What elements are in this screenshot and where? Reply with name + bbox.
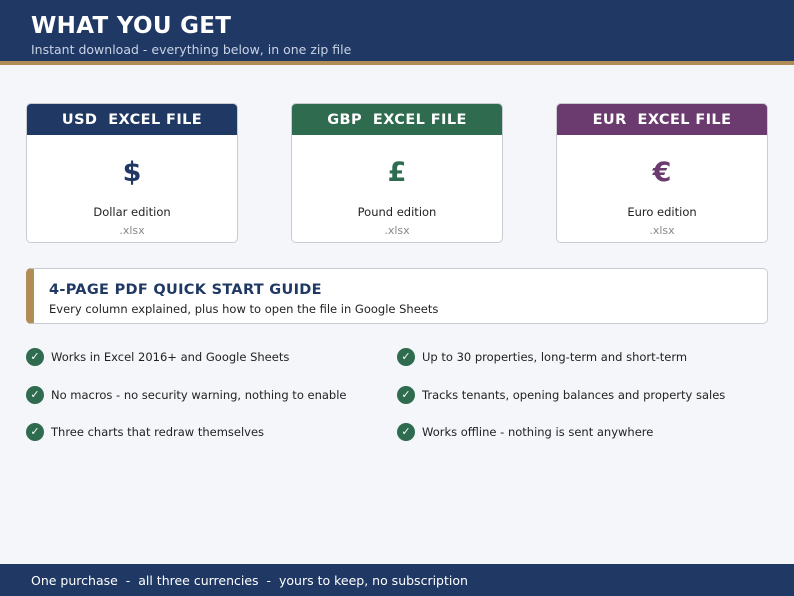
page-title: WHAT YOU GET — [31, 13, 232, 39]
page-subtitle: Instant download - everything below, in … — [31, 42, 352, 57]
feature-text: Up to 30 properties, long-term and short… — [422, 350, 688, 364]
eur-edition-label: Euro edition — [627, 205, 697, 219]
eur-file-card: EUR EXCEL FILE € Euro edition .xlsx — [556, 103, 768, 243]
feature-item: ✓ Up to 30 properties, long-term and sho… — [397, 347, 687, 367]
feature-text: Tracks tenants, opening balances and pro… — [422, 388, 726, 402]
feature-text: Works offline - nothing is sent anywhere — [422, 425, 654, 439]
feature-text: Three charts that redraw themselves — [51, 425, 265, 439]
checkmark-icon: ✓ — [397, 423, 415, 441]
usd-file-extension: .xlsx — [119, 224, 145, 237]
header-banner: WHAT YOU GET Instant download - everythi… — [0, 0, 794, 65]
gbp-file-extension: .xlsx — [384, 224, 410, 237]
checkmark-icon: ✓ — [397, 386, 415, 404]
usd-edition-label: Dollar edition — [93, 205, 171, 219]
feature-item: ✓ Tracks tenants, opening balances and p… — [397, 385, 725, 405]
gbp-file-card: GBP EXCEL FILE £ Pound edition .xlsx — [291, 103, 503, 243]
euro-symbol-icon: € — [652, 157, 672, 188]
gbp-card-title: GBP EXCEL FILE — [292, 104, 502, 135]
feature-item: ✓ Three charts that redraw themselves — [26, 422, 264, 442]
checkmark-icon: ✓ — [397, 348, 415, 366]
guide-subtitle: Every column explained, plus how to open… — [49, 302, 439, 316]
checkmark-icon: ✓ — [26, 386, 44, 404]
guide-title: 4-PAGE PDF QUICK START GUIDE — [49, 282, 322, 298]
usd-card-title: USD EXCEL FILE — [27, 104, 237, 135]
feature-text: No macros - no security warning, nothing… — [51, 388, 347, 402]
pound-symbol-icon: £ — [387, 157, 407, 188]
checkmark-icon: ✓ — [26, 423, 44, 441]
footer-text: One purchase - all three currencies - yo… — [31, 573, 468, 588]
dollar-symbol-icon: $ — [122, 157, 142, 188]
eur-file-extension: .xlsx — [649, 224, 675, 237]
feature-item: ✓ Works offline - nothing is sent anywhe… — [397, 422, 653, 442]
pdf-guide-card: 4-PAGE PDF QUICK START GUIDE Every colum… — [26, 268, 768, 324]
feature-item: ✓ No macros - no security warning, nothi… — [26, 385, 347, 405]
checkmark-icon: ✓ — [26, 348, 44, 366]
gbp-edition-label: Pound edition — [357, 205, 437, 219]
usd-file-card: USD EXCEL FILE $ Dollar edition .xlsx — [26, 103, 238, 243]
feature-item: ✓ Works in Excel 2016+ and Google Sheets — [26, 347, 289, 367]
footer-banner: One purchase - all three currencies - yo… — [0, 564, 794, 596]
eur-card-title: EUR EXCEL FILE — [557, 104, 767, 135]
feature-text: Works in Excel 2016+ and Google Sheets — [51, 350, 290, 364]
